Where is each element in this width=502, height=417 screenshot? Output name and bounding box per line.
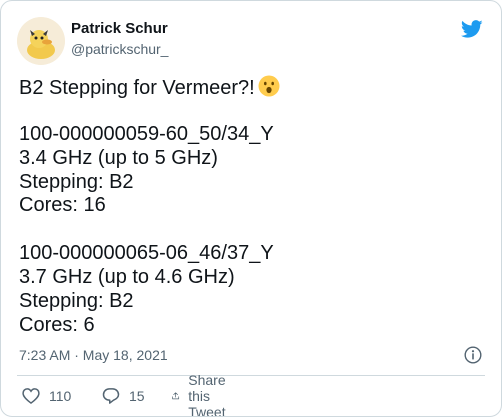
share-button[interactable]: Share this Tweet	[171, 372, 236, 416]
hushed-face-emoji	[258, 75, 280, 97]
divider	[17, 375, 485, 376]
share-label: Share this Tweet	[188, 372, 226, 417]
author-display-name[interactable]: Patrick Schur	[71, 20, 168, 37]
cores-2: Cores: 6	[19, 313, 95, 336]
author-handle[interactable]: @patrickschur_	[71, 41, 168, 57]
tweet-headline: B2 Stepping for Vermeer?!	[19, 77, 255, 99]
cores-1: Cores: 16	[19, 194, 106, 217]
tweet-headline-line: B2 Stepping for Vermeer?!	[19, 75, 489, 99]
like-count: 110	[49, 388, 72, 404]
stepping-2: Stepping: B2	[19, 290, 134, 313]
heart-icon	[22, 388, 40, 405]
part-number-2: 100-000000065-06_46/37_Y	[19, 242, 274, 265]
clock-speed-2: 3.7 GHz (up to 4.6 GHz)	[19, 266, 235, 289]
share-upload-icon	[172, 392, 180, 400]
stepping-1: Stepping: B2	[19, 170, 134, 193]
tweet-timestamp[interactable]: 7:23 AM · May 18, 2021	[19, 347, 168, 363]
like-button[interactable]: 110	[21, 385, 71, 407]
avatar[interactable]	[17, 17, 65, 65]
part-number-1: 100-000000059-60_50/34_Y	[19, 122, 274, 145]
twitter-bird-icon[interactable]	[460, 18, 484, 40]
reply-count: 15	[129, 388, 145, 404]
reply-button[interactable]: 15	[101, 385, 145, 407]
tweet-card: Patrick Schur @patrickschur_ B2 Stepping…	[0, 0, 502, 417]
tweet-text: B2 Stepping for Vermeer?! 100-000000059-…	[19, 75, 489, 338]
info-icon[interactable]	[464, 346, 482, 364]
clock-speed-1: 3.4 GHz (up to 5 GHz)	[19, 146, 218, 169]
reply-bubble-icon	[102, 388, 120, 404]
